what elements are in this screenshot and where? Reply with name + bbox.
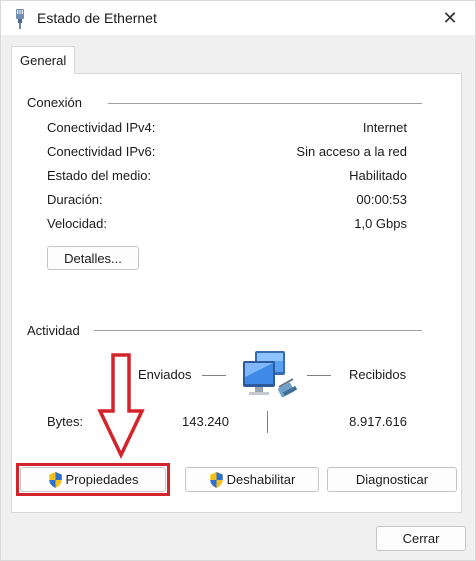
disable-label: Deshabilitar (226, 472, 296, 487)
window-title: Estado de Ethernet (37, 10, 157, 26)
close-window-button[interactable]: ✕ (437, 5, 463, 31)
ethernet-plug-icon (16, 9, 24, 29)
conexion-heading: Conexión (27, 95, 82, 110)
ipv4-label: Conectividad IPv4: (47, 120, 156, 135)
duration-label: Duración: (47, 192, 103, 207)
ipv4-value: Internet (362, 120, 407, 135)
bytes-received-value: 8.917.616 (349, 414, 407, 429)
conexion-divider (108, 103, 422, 104)
ethernet-status-window: Estado de Ethernet ✕ General Conexión Co… (0, 0, 476, 561)
speed-label: Velocidad: (47, 216, 107, 231)
ipv6-value: Sin acceso a la red (296, 144, 407, 159)
diagnose-button[interactable]: Diagnosticar (327, 467, 457, 492)
media-state-value: Habilitado (349, 168, 407, 183)
media-state-label: Estado del medio: (47, 168, 152, 183)
red-down-arrow (97, 353, 145, 459)
actividad-divider (94, 330, 422, 331)
tab-general-label: General (20, 53, 67, 68)
general-panel (11, 73, 462, 513)
disable-button[interactable]: Deshabilitar (185, 467, 319, 492)
tab-general[interactable]: General (11, 46, 75, 74)
properties-label: Propiedades (65, 472, 139, 487)
details-button[interactable]: Detalles... (47, 246, 139, 270)
sent-label: Enviados (138, 367, 192, 382)
duration-value: 00:00:53 (356, 192, 407, 207)
bytes-sent-value: 143.240 (182, 414, 229, 429)
properties-button[interactable]: Propiedades (20, 467, 166, 492)
bytes-separator (267, 411, 268, 433)
title-bar: Estado de Ethernet ✕ (1, 1, 475, 35)
uac-shield-icon (48, 471, 62, 488)
actividad-heading: Actividad (27, 323, 80, 338)
speed-value: 1,0 Gbps (354, 216, 407, 231)
network-computers-icon (243, 351, 298, 398)
bytes-label: Bytes: (47, 414, 84, 429)
uac-shield-icon (209, 471, 223, 488)
received-label: Recibidos (349, 367, 407, 382)
ipv6-label: Conectividad IPv6: (47, 144, 156, 159)
close-button[interactable]: Cerrar (376, 526, 466, 551)
sent-dash (202, 375, 226, 376)
received-dash (307, 375, 331, 376)
